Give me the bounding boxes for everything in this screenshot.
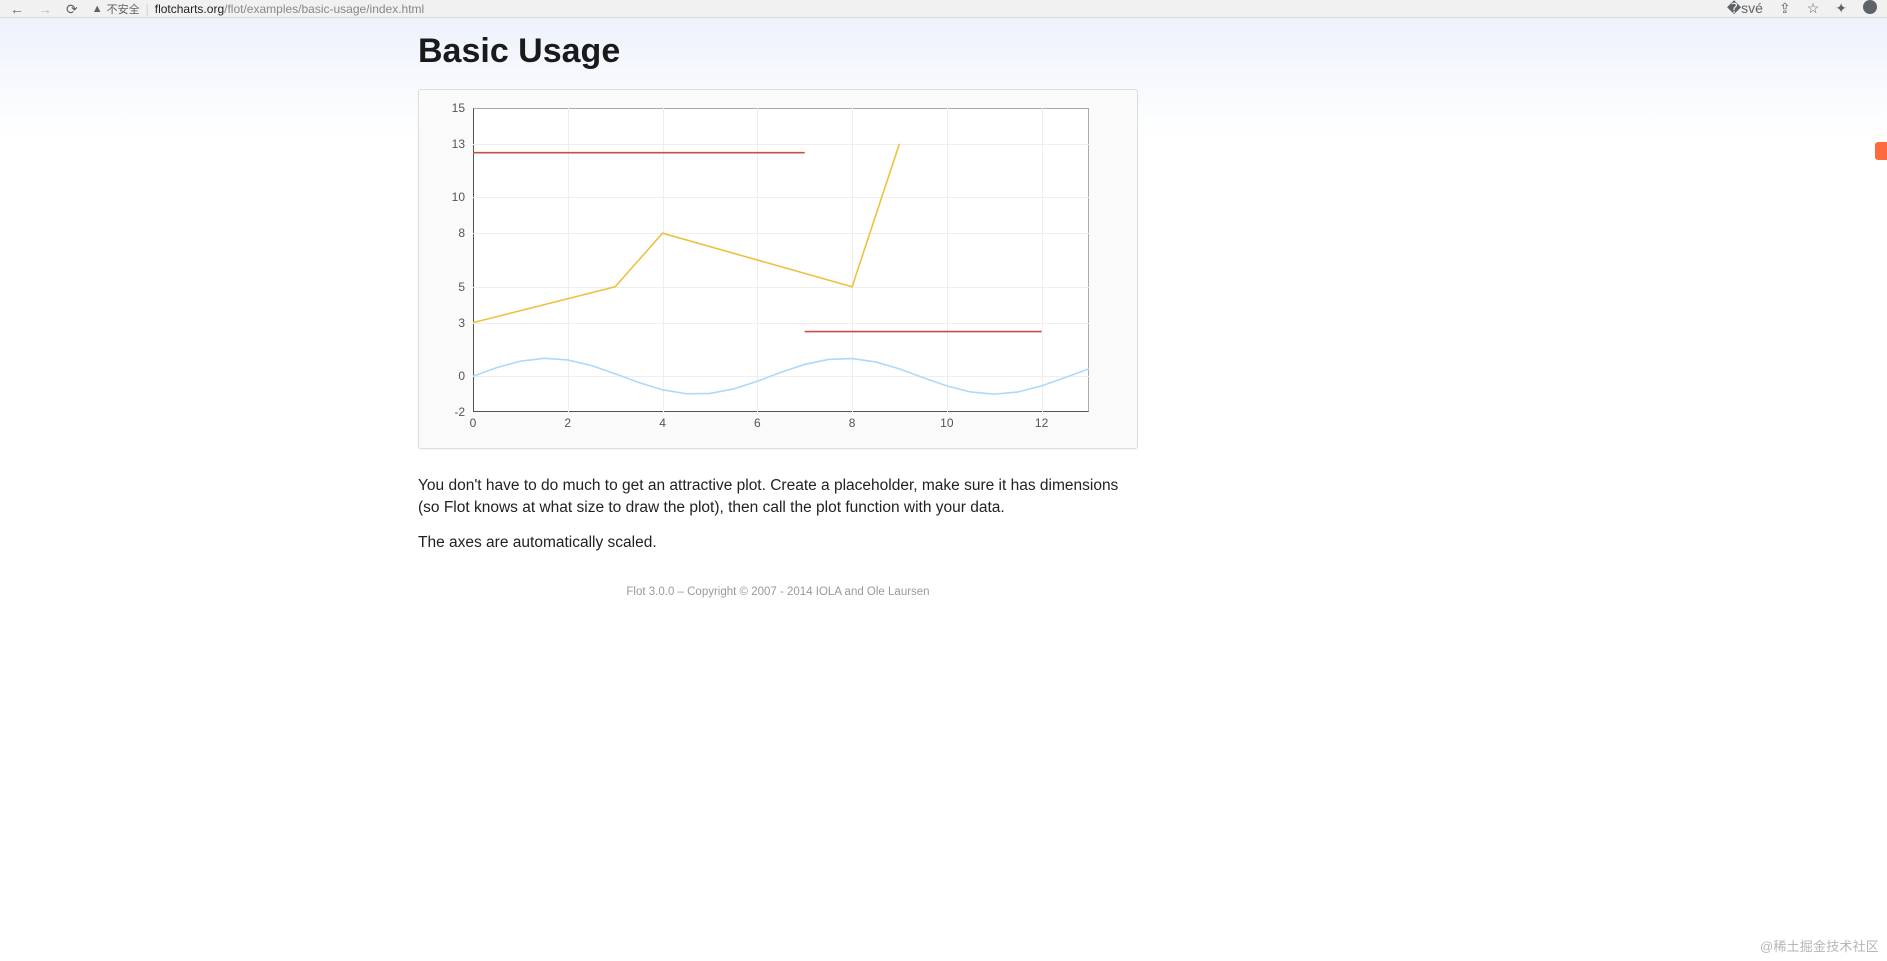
footer-text: Flot 3.0.0 – Copyright © 2007 - 2014 IOL…: [418, 586, 1138, 598]
url-display[interactable]: ▲ 不安全 | flotcharts.org/flot/examples/bas…: [92, 1, 425, 17]
description-paragraph-1: You don't have to do much to get an attr…: [418, 475, 1138, 520]
page-title: Basic Usage: [418, 32, 1138, 71]
chart-svg: [435, 104, 1095, 434]
side-badge-icon[interactable]: [1875, 142, 1887, 160]
chart-placeholder[interactable]: -20358101315024681012: [435, 104, 1095, 434]
series-d2: [473, 144, 899, 323]
url-host: flotcharts.org: [155, 2, 224, 16]
browser-address-bar: ← → ⟳ ▲ 不安全 | flotcharts.org/flot/exampl…: [0, 0, 1887, 18]
translate-icon[interactable]: �své: [1727, 0, 1763, 17]
watermark-text: @稀土掘金技术社区: [1760, 936, 1879, 955]
description-paragraph-2: The axes are automatically scaled.: [418, 532, 1138, 554]
forward-button[interactable]: →: [38, 2, 52, 16]
insecure-badge: ▲ 不安全: [92, 1, 140, 17]
share-icon[interactable]: ⇪: [1779, 0, 1791, 17]
series-d1: [473, 358, 1089, 394]
extensions-icon[interactable]: ✦: [1835, 0, 1847, 17]
warning-icon: ▲: [92, 3, 103, 15]
profile-icon[interactable]: [1863, 0, 1877, 17]
url-path: /flot/examples/basic-usage/index.html: [224, 2, 424, 16]
bookmark-icon[interactable]: ☆: [1807, 0, 1820, 17]
insecure-label: 不安全: [107, 1, 140, 17]
reload-button[interactable]: ⟳: [66, 2, 78, 16]
back-button[interactable]: ←: [10, 2, 24, 16]
chart-container: -20358101315024681012: [418, 89, 1138, 449]
